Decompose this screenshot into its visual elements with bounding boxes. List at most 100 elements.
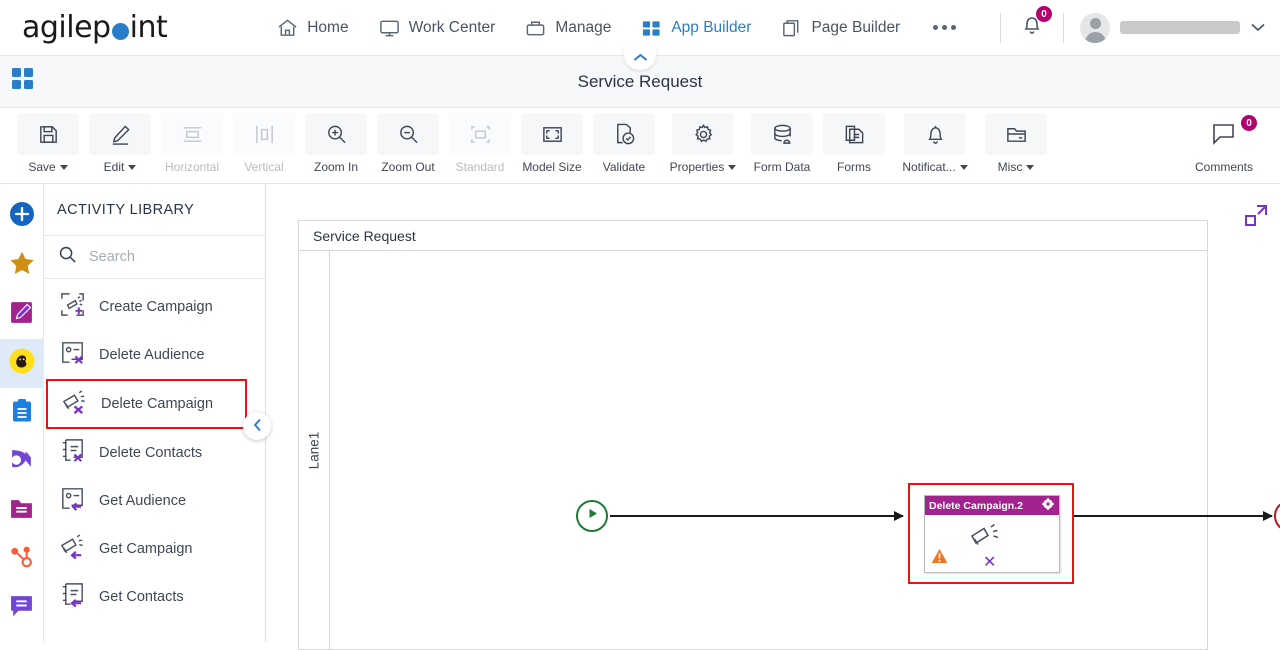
sequence-flow-start-to-task[interactable] bbox=[610, 515, 903, 517]
lane-label-text: Lane1 bbox=[307, 431, 322, 469]
toolbar-button-model-size[interactable]: Model Size bbox=[518, 113, 586, 174]
pages-icon bbox=[781, 18, 802, 38]
activity-item-get-contacts[interactable]: Get Contacts bbox=[44, 573, 265, 621]
rail-item-add[interactable] bbox=[0, 192, 44, 241]
warning-triangle-icon[interactable] bbox=[931, 548, 948, 569]
toolbar-button-validate[interactable]: Validate bbox=[590, 113, 658, 174]
delete-campaign-icon bbox=[60, 387, 89, 421]
collapse-toolbar-button[interactable] bbox=[624, 46, 656, 70]
nav-item-home[interactable]: Home bbox=[262, 12, 363, 44]
toolbar-label-forms: Forms bbox=[837, 160, 871, 174]
toolbar-label-comments: Comments bbox=[1195, 160, 1253, 174]
app-toolbar: Save Edit Horizontal Vertical bbox=[0, 108, 1280, 184]
chevron-down-icon bbox=[728, 165, 736, 170]
home-icon bbox=[277, 18, 298, 38]
user-name-label bbox=[1120, 21, 1240, 34]
toolbar-button-form-data[interactable]: Form Data bbox=[748, 113, 816, 174]
toolbar-button-comments[interactable]: 0 Comments bbox=[1182, 113, 1266, 174]
pool-title: Service Request bbox=[299, 221, 1207, 251]
toolbar-button-notifications[interactable]: Notificat... bbox=[892, 113, 978, 174]
gear-icon[interactable] bbox=[1042, 497, 1054, 515]
nav-item-app-builder[interactable]: App Builder bbox=[626, 12, 766, 44]
toolbar-button-edit[interactable]: Edit bbox=[86, 113, 154, 174]
agilepoint-logo[interactable]: agilepint bbox=[22, 10, 167, 45]
toolbar-button-vertical: Vertical bbox=[230, 113, 298, 174]
toolbar-label-edit: Edit bbox=[104, 160, 125, 174]
forms-icon bbox=[823, 113, 885, 155]
rail-item-clipboard[interactable] bbox=[0, 388, 44, 437]
delete-audience-icon bbox=[58, 338, 87, 372]
megaphone-icon bbox=[970, 521, 1004, 556]
rail-item-chat[interactable] bbox=[0, 584, 44, 633]
apps-grid-icon[interactable] bbox=[12, 68, 34, 95]
chat-icon bbox=[9, 594, 34, 623]
rail-item-hubspot[interactable] bbox=[0, 535, 44, 584]
rail-item-folder[interactable] bbox=[0, 486, 44, 535]
chevron-down-icon[interactable] bbox=[1250, 19, 1266, 36]
get-contacts-icon bbox=[58, 580, 87, 614]
page-title: Service Request bbox=[578, 72, 703, 92]
activity-list: Create Campaign Delete Audience bbox=[44, 279, 265, 621]
activity-item-delete-campaign[interactable]: Delete Campaign bbox=[46, 379, 247, 429]
task-title: Delete Campaign.2 bbox=[929, 500, 1023, 512]
notifications-button[interactable]: 0 bbox=[1007, 7, 1057, 48]
toolbar-button-properties[interactable]: Properties bbox=[662, 113, 744, 174]
logo-text-prefix: agilep bbox=[22, 10, 111, 45]
dot-icon bbox=[942, 25, 947, 30]
toolbar-label-standard: Standard bbox=[456, 160, 505, 174]
process-canvas[interactable]: Service Request Lane1 Delete Campaign.2 bbox=[266, 184, 1280, 642]
search-row bbox=[44, 236, 265, 279]
start-event[interactable] bbox=[576, 500, 608, 532]
bell-icon bbox=[904, 113, 966, 155]
hubspot-icon bbox=[9, 545, 34, 575]
model-size-icon bbox=[521, 113, 583, 155]
toolbar-label-validate: Validate bbox=[603, 160, 645, 174]
page-title-bar: Service Request bbox=[0, 56, 1280, 108]
toolbar-button-zoom-out[interactable]: Zoom Out bbox=[374, 113, 442, 174]
nav-item-manage[interactable]: Manage bbox=[510, 12, 626, 44]
search-input[interactable] bbox=[89, 249, 239, 265]
activity-label: Delete Audience bbox=[99, 346, 205, 365]
task-body: ✕ bbox=[925, 515, 1059, 573]
gear-icon bbox=[672, 113, 734, 155]
task-highlight-border: Delete Campaign.2 bbox=[908, 483, 1074, 584]
horizontal-align-icon bbox=[161, 113, 223, 155]
nav-item-work-center[interactable]: Work Center bbox=[364, 12, 511, 44]
nav-label-page-builder: Page Builder bbox=[811, 19, 900, 37]
expand-icon[interactable] bbox=[1244, 204, 1268, 233]
toolbar-button-zoom-in[interactable]: Zoom In bbox=[302, 113, 370, 174]
activity-item-delete-audience[interactable]: Delete Audience bbox=[44, 331, 265, 379]
user-menu[interactable] bbox=[1070, 13, 1266, 43]
toolbar-button-misc[interactable]: Misc bbox=[982, 113, 1050, 174]
nav-label-app-builder: App Builder bbox=[671, 19, 751, 37]
more-menu-button[interactable] bbox=[915, 19, 974, 36]
task-header: Delete Campaign.2 bbox=[925, 496, 1059, 515]
activity-library-panel: ACTIVITY LIBRARY Create Campaign bbox=[44, 184, 266, 642]
rail-item-favorites[interactable] bbox=[0, 241, 44, 290]
end-event[interactable] bbox=[1274, 500, 1280, 532]
collapse-panel-button[interactable] bbox=[243, 412, 271, 440]
custom-activity-icon bbox=[9, 300, 34, 330]
toolbar-button-save[interactable]: Save bbox=[14, 113, 82, 174]
toolbar-label-properties: Properties bbox=[670, 160, 725, 174]
zoom-in-icon bbox=[305, 113, 367, 155]
rail-item-custom-activity[interactable] bbox=[0, 290, 44, 339]
create-campaign-icon bbox=[58, 290, 87, 324]
play-icon bbox=[586, 507, 599, 525]
nav-item-page-builder[interactable]: Page Builder bbox=[766, 12, 915, 44]
validate-icon bbox=[593, 113, 655, 155]
activity-item-get-audience[interactable]: Get Audience bbox=[44, 477, 265, 525]
bell-icon bbox=[1019, 26, 1045, 43]
logo-dot-icon bbox=[112, 23, 129, 40]
zoom-out-icon bbox=[377, 113, 439, 155]
rail-item-activecampaign[interactable] bbox=[0, 437, 44, 486]
get-audience-icon bbox=[58, 484, 87, 518]
toolbar-button-forms[interactable]: Forms bbox=[820, 113, 888, 174]
activity-item-get-campaign[interactable]: Get Campaign bbox=[44, 525, 265, 573]
sequence-flow-task-to-end[interactable] bbox=[1074, 515, 1272, 517]
activity-library-title: ACTIVITY LIBRARY bbox=[44, 184, 265, 236]
task-delete-campaign[interactable]: Delete Campaign.2 bbox=[924, 495, 1060, 573]
activity-item-create-campaign[interactable]: Create Campaign bbox=[44, 283, 265, 331]
activity-item-delete-contacts[interactable]: Delete Contacts bbox=[44, 429, 265, 477]
rail-item-mailchimp[interactable] bbox=[0, 339, 44, 388]
